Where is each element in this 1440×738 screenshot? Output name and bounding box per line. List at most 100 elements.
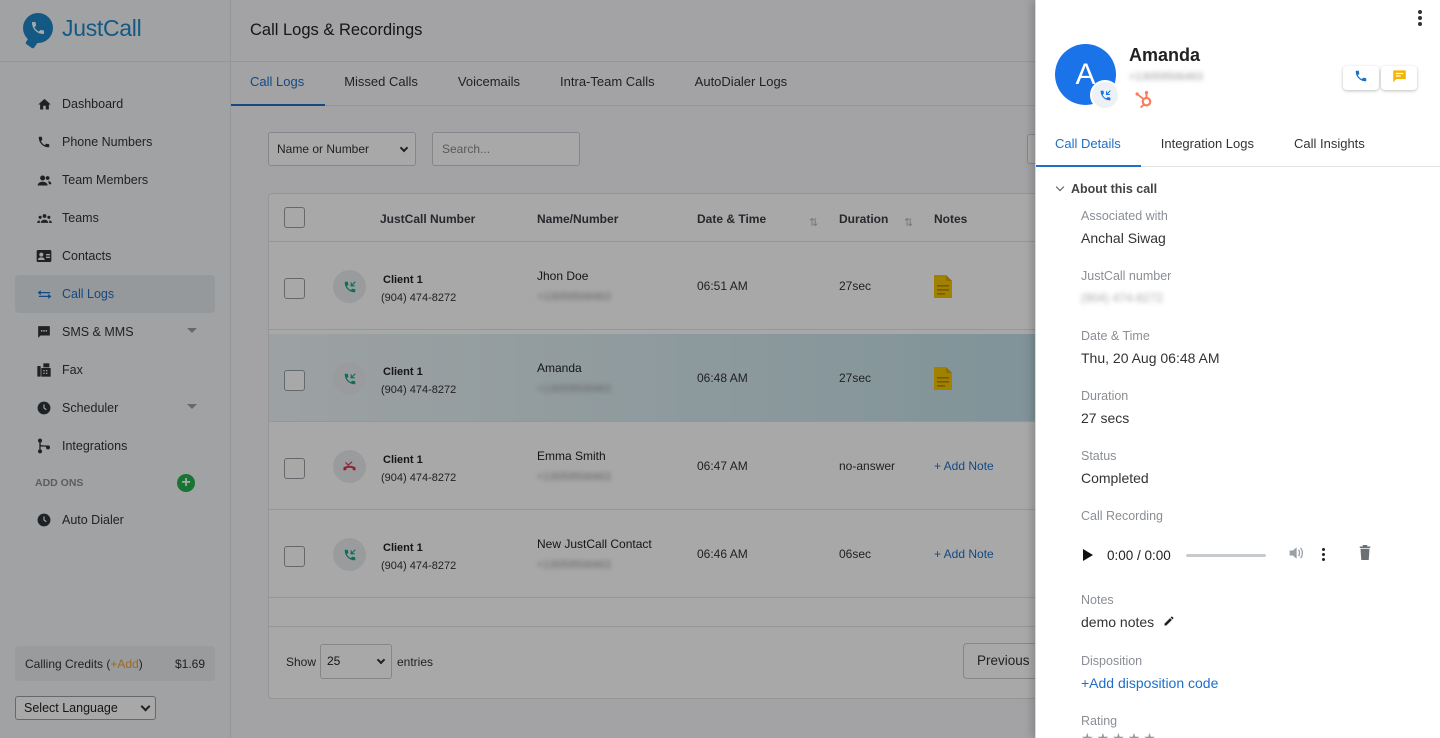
message-icon	[1392, 69, 1407, 88]
contact-name[interactable]: New JustCall Contact	[537, 537, 652, 551]
sort-icon[interactable]: ⇅	[809, 216, 818, 229]
sidebar-item-label: Dashboard	[62, 97, 124, 111]
chevron-down-icon[interactable]	[187, 328, 197, 333]
call-duration: 06sec	[839, 547, 872, 561]
brand[interactable]: JustCall	[23, 13, 142, 43]
column-date-time[interactable]: Date & Time	[697, 212, 766, 226]
contact-number: +13059506463	[537, 291, 611, 303]
audio-progress-slider[interactable]	[1185, 553, 1266, 557]
credits-amount: $1.69	[174, 656, 205, 671]
chevron-down-icon[interactable]	[187, 404, 197, 409]
sidebar-item-scheduler[interactable]: Scheduler	[15, 389, 215, 427]
player-more-options-icon[interactable]	[1321, 547, 1326, 563]
call-time: 06:46 AM	[697, 547, 748, 561]
section-title: About this call	[1071, 182, 1158, 196]
client-number: (904) 474-8272	[381, 472, 457, 484]
column-name-number: Name/Number	[537, 212, 619, 226]
date-range-picker[interactable]	[1027, 134, 1035, 164]
add-addon-plus-icon[interactable]: +	[177, 474, 195, 492]
row-checkbox[interactable]	[284, 458, 305, 479]
add-disposition-code-link[interactable]: +Add disposition code	[1081, 675, 1218, 691]
tab-missed-calls[interactable]: Missed Calls	[325, 62, 439, 106]
table-row[interactable]: Client 1 (904) 474-8272 Jhon Doe +130595…	[269, 242, 1067, 330]
language-select[interactable]: Select Language	[15, 696, 156, 720]
entries-per-page-select[interactable]: 25	[320, 644, 392, 679]
table-row[interactable]: Client 1 (904) 474-8272 Amanda +13059506…	[269, 334, 1067, 422]
search-input[interactable]	[432, 132, 580, 166]
sort-icon[interactable]: ⇅	[904, 216, 913, 229]
star-icon[interactable]: ★	[1112, 730, 1128, 738]
call-logs-icon	[35, 285, 53, 303]
tab-voicemails[interactable]: Voicemails	[439, 62, 541, 106]
delete-recording-icon[interactable]	[1359, 545, 1371, 565]
star-icon[interactable]: ★	[1143, 730, 1159, 738]
call-contact-button[interactable]	[1343, 66, 1379, 90]
call-duration: 27sec	[839, 371, 872, 385]
sidebar-item-label: Integrations	[62, 439, 128, 453]
tab-intra-team-calls[interactable]: Intra-Team Calls	[541, 62, 676, 106]
add-credits-link[interactable]: +Add	[110, 657, 138, 671]
call-logs-table: JustCall Number Name/Number Date & Time …	[268, 193, 1073, 699]
tab-call-details[interactable]: Call Details	[1036, 123, 1141, 167]
more-options-icon[interactable]	[1418, 10, 1424, 28]
filter-type-select[interactable]: Name or Number	[268, 132, 416, 166]
sidebar-item-label: Fax	[62, 363, 83, 377]
sidebar-item-auto-dialer[interactable]: Auto Dialer	[15, 501, 215, 539]
tab-integration-logs[interactable]: Integration Logs	[1141, 123, 1274, 167]
sidebar-divider	[0, 61, 231, 62]
sidebar-item-teams[interactable]: Teams	[15, 199, 215, 237]
contact-name: Amanda	[1129, 45, 1201, 65]
sidebar-item-fax[interactable]: Fax	[15, 351, 215, 389]
row-checkbox[interactable]	[284, 278, 305, 299]
client-name: Client 1	[383, 454, 423, 466]
row-checkbox[interactable]	[284, 546, 305, 567]
phone-icon	[1354, 69, 1368, 88]
table-row[interactable]: Client 1 (904) 474-8272 Emma Smith +1305…	[269, 422, 1067, 510]
select-all-checkbox[interactable]	[284, 207, 305, 228]
call-time: 06:51 AM	[697, 279, 748, 293]
sidebar-item-label: Team Members	[62, 173, 149, 187]
contact-name[interactable]: Amanda	[537, 361, 582, 375]
rating-stars[interactable]: ★★★★★	[1081, 730, 1159, 738]
add-note-link[interactable]: + Add Note	[934, 547, 994, 561]
associated-label: Associated with	[1081, 209, 1168, 223]
add-note-link[interactable]: + Add Note	[934, 459, 994, 473]
contact-number: +13059506463	[1129, 71, 1203, 83]
sidebar-nav: Dashboard Phone Numbers Team Members Tea…	[15, 85, 215, 539]
column-duration[interactable]: Duration	[839, 212, 888, 226]
row-checkbox[interactable]	[284, 370, 305, 391]
justcall-logo-icon	[23, 13, 53, 43]
about-this-call-toggle[interactable]: About this call	[1055, 182, 1158, 196]
tab-call-insights[interactable]: Call Insights	[1274, 123, 1385, 167]
volume-icon[interactable]	[1288, 546, 1304, 565]
tab-autodialer-logs[interactable]: AutoDialer Logs	[676, 62, 809, 106]
note-document-icon[interactable]	[934, 367, 952, 395]
incoming-call-icon	[333, 362, 366, 395]
tab-call-logs[interactable]: Call Logs	[231, 62, 326, 106]
star-icon[interactable]: ★	[1097, 730, 1113, 738]
table-row[interactable]: Client 1 (904) 474-8272 New JustCall Con…	[269, 510, 1067, 598]
contact-number: +13059506463	[537, 383, 611, 395]
sidebar-item-contacts[interactable]: Contacts	[15, 237, 215, 275]
page-title: Call Logs & Recordings	[250, 21, 423, 39]
sidebar-item-phone-numbers[interactable]: Phone Numbers	[15, 123, 215, 161]
sidebar-item-team-members[interactable]: Team Members	[15, 161, 215, 199]
edit-pencil-icon[interactable]	[1163, 614, 1175, 630]
star-icon[interactable]: ★	[1128, 730, 1144, 738]
date-time-label: Date & Time	[1081, 329, 1150, 343]
note-document-icon[interactable]	[934, 275, 952, 303]
sidebar: JustCall Dashboard Phone Numbers Team Me…	[0, 0, 231, 738]
sidebar-item-label: Contacts	[62, 249, 112, 263]
incoming-call-icon	[333, 270, 366, 303]
hubspot-icon[interactable]	[1134, 90, 1154, 115]
addons-label: ADD ONS	[35, 477, 84, 489]
play-icon[interactable]	[1083, 549, 1093, 561]
sidebar-item-call-logs[interactable]: Call Logs	[15, 275, 215, 313]
contact-name[interactable]: Jhon Doe	[537, 269, 588, 283]
contact-name[interactable]: Emma Smith	[537, 449, 606, 463]
star-icon[interactable]: ★	[1081, 730, 1097, 738]
sidebar-item-integrations[interactable]: Integrations	[15, 427, 215, 465]
sidebar-item-dashboard[interactable]: Dashboard	[15, 85, 215, 123]
sidebar-item-sms-mms[interactable]: SMS & MMS	[15, 313, 215, 351]
message-contact-button[interactable]	[1381, 66, 1417, 90]
